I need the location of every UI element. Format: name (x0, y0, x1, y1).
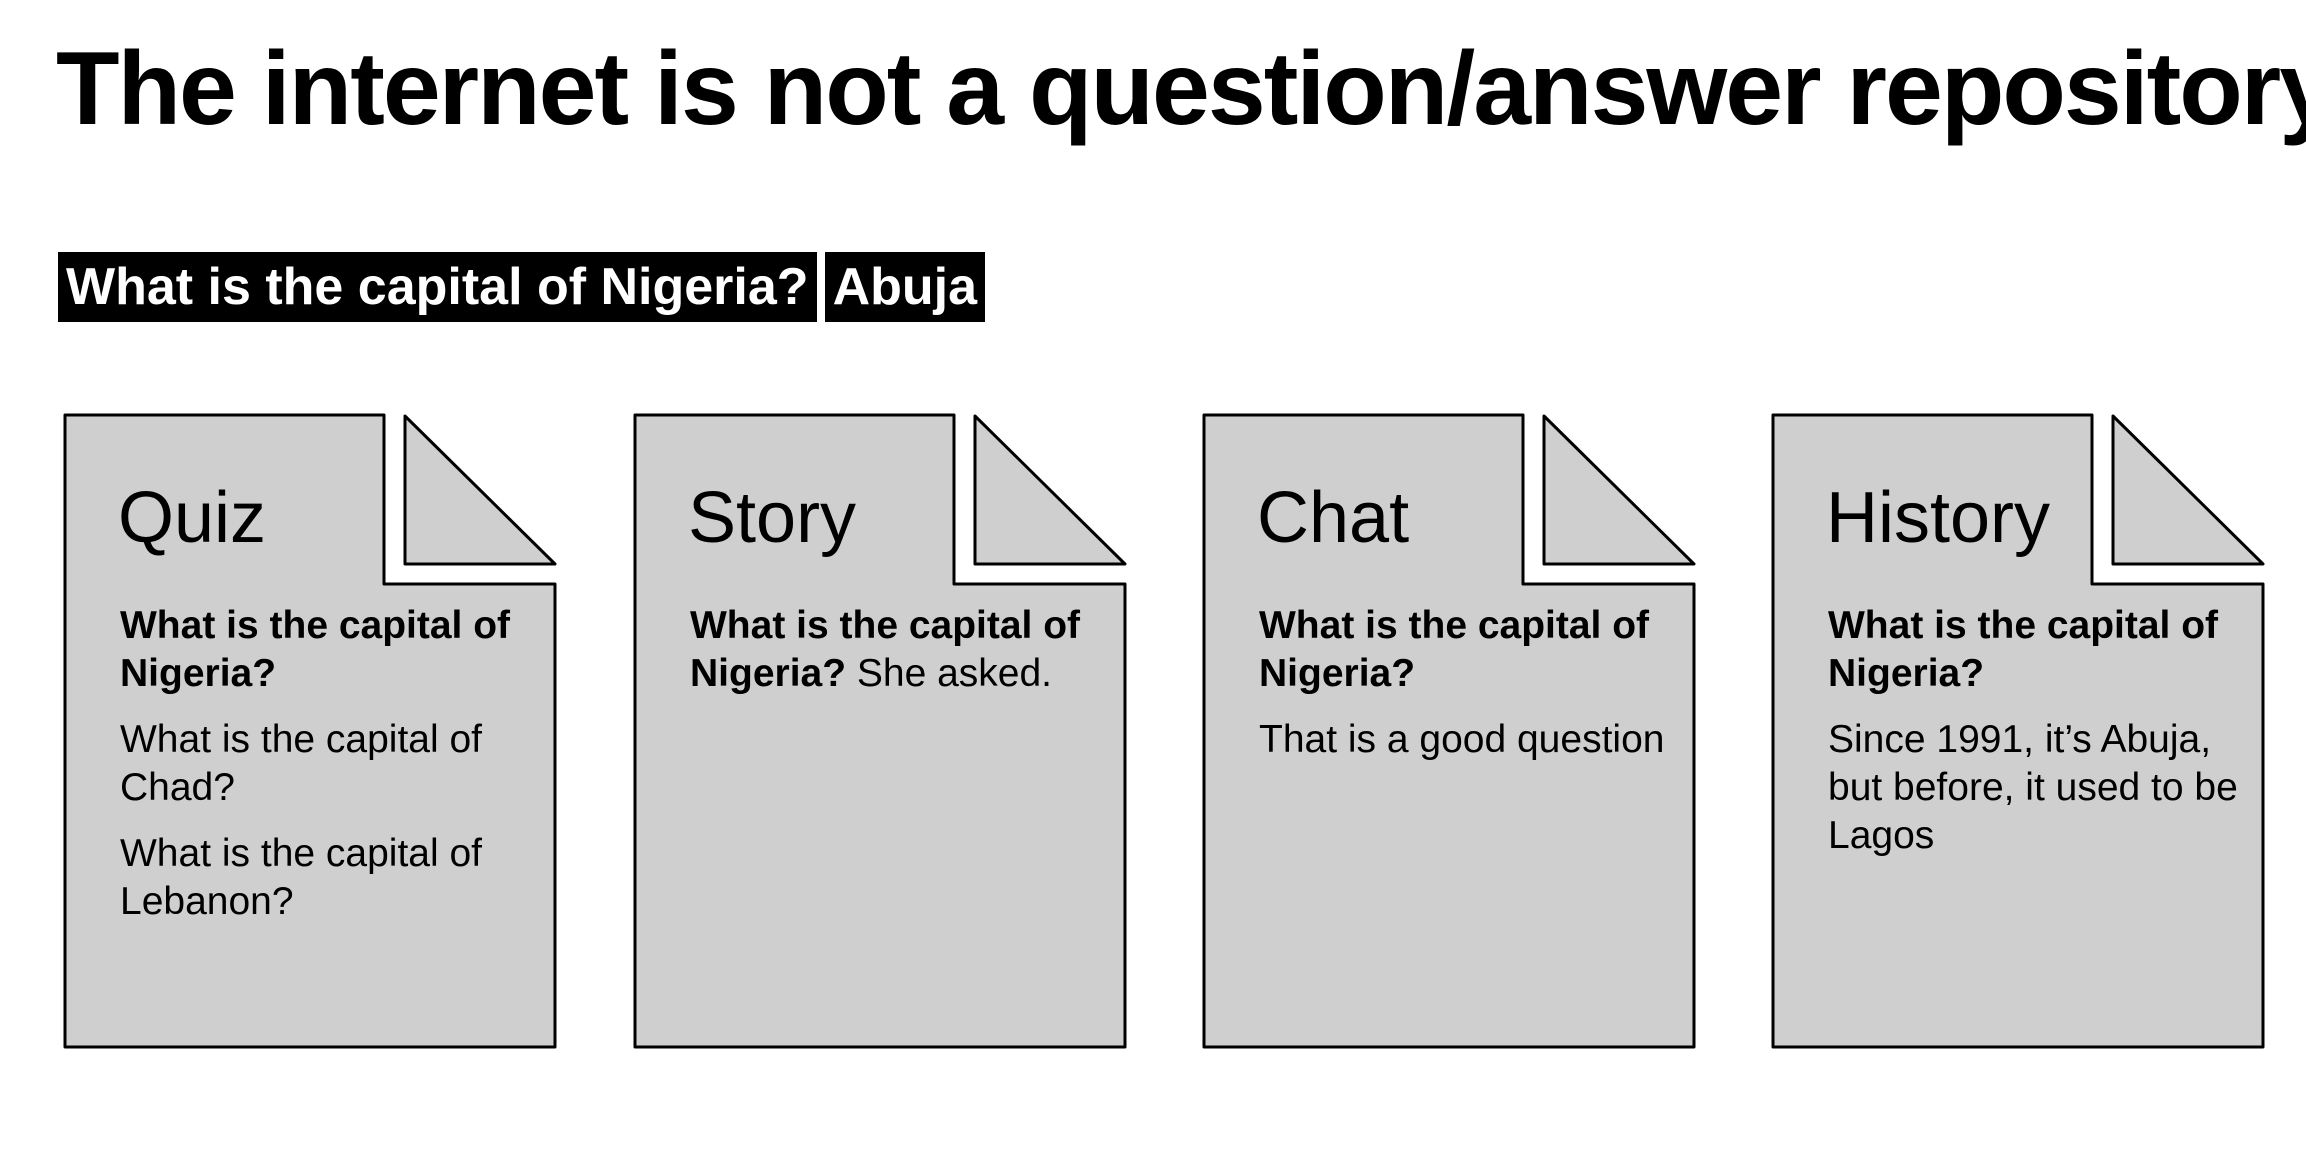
folded-corner-icon (1542, 414, 1696, 566)
document-body: What is the capital of Nigeria? What is … (120, 602, 540, 944)
document-body: What is the capital of Nigeria? Since 19… (1828, 602, 2248, 886)
document-history: History What is the capital of Nigeria? … (1770, 412, 2266, 1050)
document-line: What is the capital of Chad? (120, 718, 483, 809)
document-chat: Chat What is the capital of Nigeria? Tha… (1201, 412, 1697, 1050)
document-quiz: Quiz What is the capital of Nigeria? Wha… (62, 412, 558, 1050)
document-story: Story What is the capital of Nigeria? Sh… (632, 412, 1128, 1050)
question-chip: What is the capital of Nigeria? (58, 252, 817, 322)
document-body: What is the capital of Nigeria? That is … (1259, 602, 1679, 790)
folded-corner-icon (2111, 414, 2265, 566)
question-answer-pair: What is the capital of Nigeria? Abuja (58, 252, 986, 322)
document-line: What is the capital of Lebanon? (120, 832, 483, 923)
document-title: Chat (1257, 478, 1410, 558)
document-title: Quiz (118, 478, 267, 558)
document-question: What is the capital of Nigeria? (120, 604, 511, 695)
document-line: Since 1991, it’s Abuja, but before, it u… (1828, 718, 2238, 857)
folded-corner-icon (403, 414, 557, 566)
document-title: History (1826, 478, 2051, 558)
folded-corner-icon (973, 414, 1127, 566)
document-title: Story (688, 478, 857, 558)
document-line: She asked. (846, 652, 1053, 695)
answer-chip: Abuja (824, 252, 986, 322)
document-line: That is a good question (1259, 718, 1665, 761)
document-question: What is the capital of Nigeria? (1259, 604, 1650, 695)
page-title: The internet is not a question/answer re… (56, 31, 2306, 147)
document-body: What is the capital of Nigeria? She aske… (690, 602, 1110, 724)
document-question: What is the capital of Nigeria? (1828, 604, 2219, 695)
